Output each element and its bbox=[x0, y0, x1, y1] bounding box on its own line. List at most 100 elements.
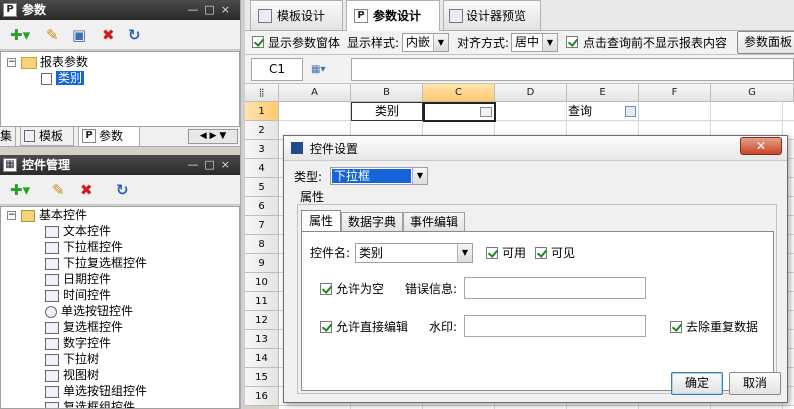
tab-template[interactable]: 模板 bbox=[20, 127, 74, 146]
control-item[interactable]: 下拉树 bbox=[45, 351, 99, 367]
column-header-selected[interactable]: C bbox=[423, 84, 495, 102]
cancel-button[interactable]: 取消 bbox=[729, 372, 781, 395]
row-header[interactable]: 12 bbox=[245, 311, 279, 330]
row-header[interactable]: 4 bbox=[245, 159, 279, 178]
row-header[interactable]: 11 bbox=[245, 292, 279, 311]
row-header[interactable]: 8 bbox=[245, 235, 279, 254]
row-header[interactable]: 7 bbox=[245, 216, 279, 235]
edit-pencil-icon[interactable]: ✎ bbox=[46, 26, 59, 44]
properties-group: 属性 数据字典 事件编辑 控件名: 类别 ▼ 可用 可见 允许为空 错误信息: 允… bbox=[297, 204, 777, 394]
row-header[interactable]: 2 bbox=[245, 121, 279, 140]
tab-template-design[interactable]: 模板设计 bbox=[250, 0, 343, 30]
dialog-titlebar[interactable]: 控件设置 ✕ bbox=[284, 136, 787, 161]
tab-dataset[interactable]: 集 bbox=[0, 127, 16, 146]
control-toolbar: ✚▾ ✎ ✖ ↻ bbox=[0, 175, 240, 205]
folder-icon bbox=[21, 56, 37, 69]
formula-input[interactable] bbox=[351, 58, 794, 81]
cell-b1-label[interactable]: 类别 bbox=[351, 102, 423, 121]
enabled-checkbox[interactable] bbox=[486, 247, 498, 259]
control-window-buttons[interactable]: —□× bbox=[187, 155, 236, 175]
control-item[interactable]: 单选按钮组控件 bbox=[45, 383, 147, 399]
column-header[interactable]: G bbox=[711, 84, 794, 102]
column-header[interactable]: D bbox=[495, 84, 567, 102]
ok-button[interactable]: 确定 bbox=[671, 372, 723, 395]
align-select[interactable]: 居中 ▼ bbox=[511, 33, 558, 52]
hide-before-query-checkbox[interactable] bbox=[566, 36, 578, 48]
allow-direct-edit-checkbox[interactable] bbox=[320, 321, 332, 333]
add-icon[interactable]: ✚▾ bbox=[10, 26, 30, 44]
error-message-input[interactable] bbox=[464, 277, 646, 299]
expand-toggle[interactable]: − bbox=[7, 211, 16, 220]
cell-reference-box[interactable]: C1 bbox=[251, 58, 303, 81]
preview-icon bbox=[449, 9, 463, 23]
control-item[interactable]: 单选按钮控件 bbox=[45, 303, 133, 319]
row-header[interactable]: 16 bbox=[245, 387, 279, 406]
row-header[interactable]: 15 bbox=[245, 368, 279, 387]
delete-control-icon[interactable]: ✖ bbox=[80, 181, 93, 199]
row-header[interactable]: 1 bbox=[245, 102, 279, 121]
add-folder-icon[interactable]: ▣ bbox=[72, 26, 86, 44]
refresh-icon[interactable]: ↻ bbox=[128, 26, 141, 44]
dialog-close-button[interactable]: ✕ bbox=[740, 137, 782, 155]
cell-type-dropdown[interactable]: ▦▾ bbox=[311, 60, 339, 79]
column-header[interactable]: A bbox=[279, 84, 351, 102]
formula-bar: C1 ▦▾ bbox=[245, 55, 794, 84]
column-header[interactable]: E bbox=[567, 84, 639, 102]
param-tree: − 报表参数 类别 bbox=[0, 51, 240, 127]
row-header[interactable]: 5 bbox=[245, 178, 279, 197]
show-param-window-checkbox[interactable] bbox=[252, 36, 264, 48]
row-header[interactable]: 3 bbox=[245, 140, 279, 159]
control-item[interactable]: 复选框控件 bbox=[45, 319, 123, 335]
chevron-down-icon: ▼ bbox=[433, 34, 448, 51]
dialog-app-icon bbox=[291, 142, 303, 154]
control-item[interactable]: 视图树 bbox=[45, 367, 99, 383]
row-header[interactable]: 6 bbox=[245, 197, 279, 216]
column-header[interactable]: B bbox=[351, 84, 423, 102]
cell-e1-query-button[interactable]: 查询 bbox=[567, 102, 639, 121]
tab-event-editor[interactable]: 事件编辑 bbox=[403, 212, 465, 231]
refresh-controls-icon[interactable]: ↻ bbox=[116, 181, 129, 199]
watermark-input[interactable] bbox=[464, 315, 646, 337]
tab-param-design[interactable]: P 参数设计 bbox=[346, 0, 440, 31]
row-header[interactable]: 14 bbox=[245, 349, 279, 368]
control-type-select[interactable]: 下拉框 ▼ bbox=[330, 167, 428, 185]
calendar-icon bbox=[45, 273, 59, 286]
control-item[interactable]: 文本控件 bbox=[45, 223, 111, 239]
grid-corner[interactable]: ⣿ bbox=[245, 84, 279, 102]
add-control-icon[interactable]: ✚▾ bbox=[10, 181, 30, 199]
edit-control-icon[interactable]: ✎ bbox=[52, 181, 65, 199]
tab-scroll-buttons[interactable]: ◀ ▶ ▼ bbox=[188, 129, 238, 144]
row-header[interactable]: 13 bbox=[245, 330, 279, 349]
tab-designer-preview[interactable]: 设计器预览 bbox=[443, 0, 541, 30]
tree-node-category[interactable]: 类别 bbox=[41, 70, 85, 86]
display-style-select[interactable]: 内嵌 ▼ bbox=[402, 33, 449, 52]
remove-duplicates-checkbox[interactable] bbox=[670, 321, 682, 333]
tree-node-report-params[interactable]: 报表参数 bbox=[21, 54, 88, 70]
control-item[interactable]: 下拉复选框控件 bbox=[45, 255, 147, 271]
control-item[interactable]: 数字控件 bbox=[45, 335, 111, 351]
control-item[interactable]: 复选框组控件 bbox=[45, 399, 135, 408]
control-item[interactable]: 日期控件 bbox=[45, 271, 111, 287]
tree-view-icon bbox=[45, 369, 59, 382]
delete-icon[interactable]: ✖ bbox=[102, 26, 115, 44]
allow-empty-checkbox[interactable] bbox=[320, 283, 332, 295]
cell-c1-combobox-selected[interactable] bbox=[423, 102, 496, 122]
row-header[interactable]: 10 bbox=[245, 273, 279, 292]
control-tree: − 基本控件 文本控件 下拉框控件 下拉复选框控件 日期控件 时间控件 单选按钮… bbox=[0, 206, 240, 409]
expand-toggle[interactable]: − bbox=[7, 58, 16, 67]
row-header[interactable]: 9 bbox=[245, 254, 279, 273]
tab-data-dictionary[interactable]: 数据字典 bbox=[341, 212, 403, 231]
checkcombo-icon bbox=[45, 257, 59, 270]
designer-tabbar: 模板设计 P 参数设计 设计器预览 bbox=[245, 0, 794, 31]
column-header[interactable]: F bbox=[639, 84, 711, 102]
visible-checkbox[interactable] bbox=[535, 247, 547, 259]
tree-node-basic-controls[interactable]: 基本控件 bbox=[21, 207, 87, 223]
tab-properties[interactable]: 属性 bbox=[301, 210, 341, 231]
controls-icon: ▦ bbox=[3, 158, 17, 172]
control-item[interactable]: 时间控件 bbox=[45, 287, 111, 303]
tab-parameters[interactable]: P 参数 bbox=[78, 127, 140, 147]
control-item[interactable]: 下拉框控件 bbox=[45, 239, 123, 255]
param-panel-button[interactable]: 参数面板 bbox=[737, 31, 794, 54]
control-name-combobox[interactable]: 类别 ▼ bbox=[355, 243, 473, 263]
panel-window-buttons[interactable]: —□× bbox=[187, 0, 236, 20]
